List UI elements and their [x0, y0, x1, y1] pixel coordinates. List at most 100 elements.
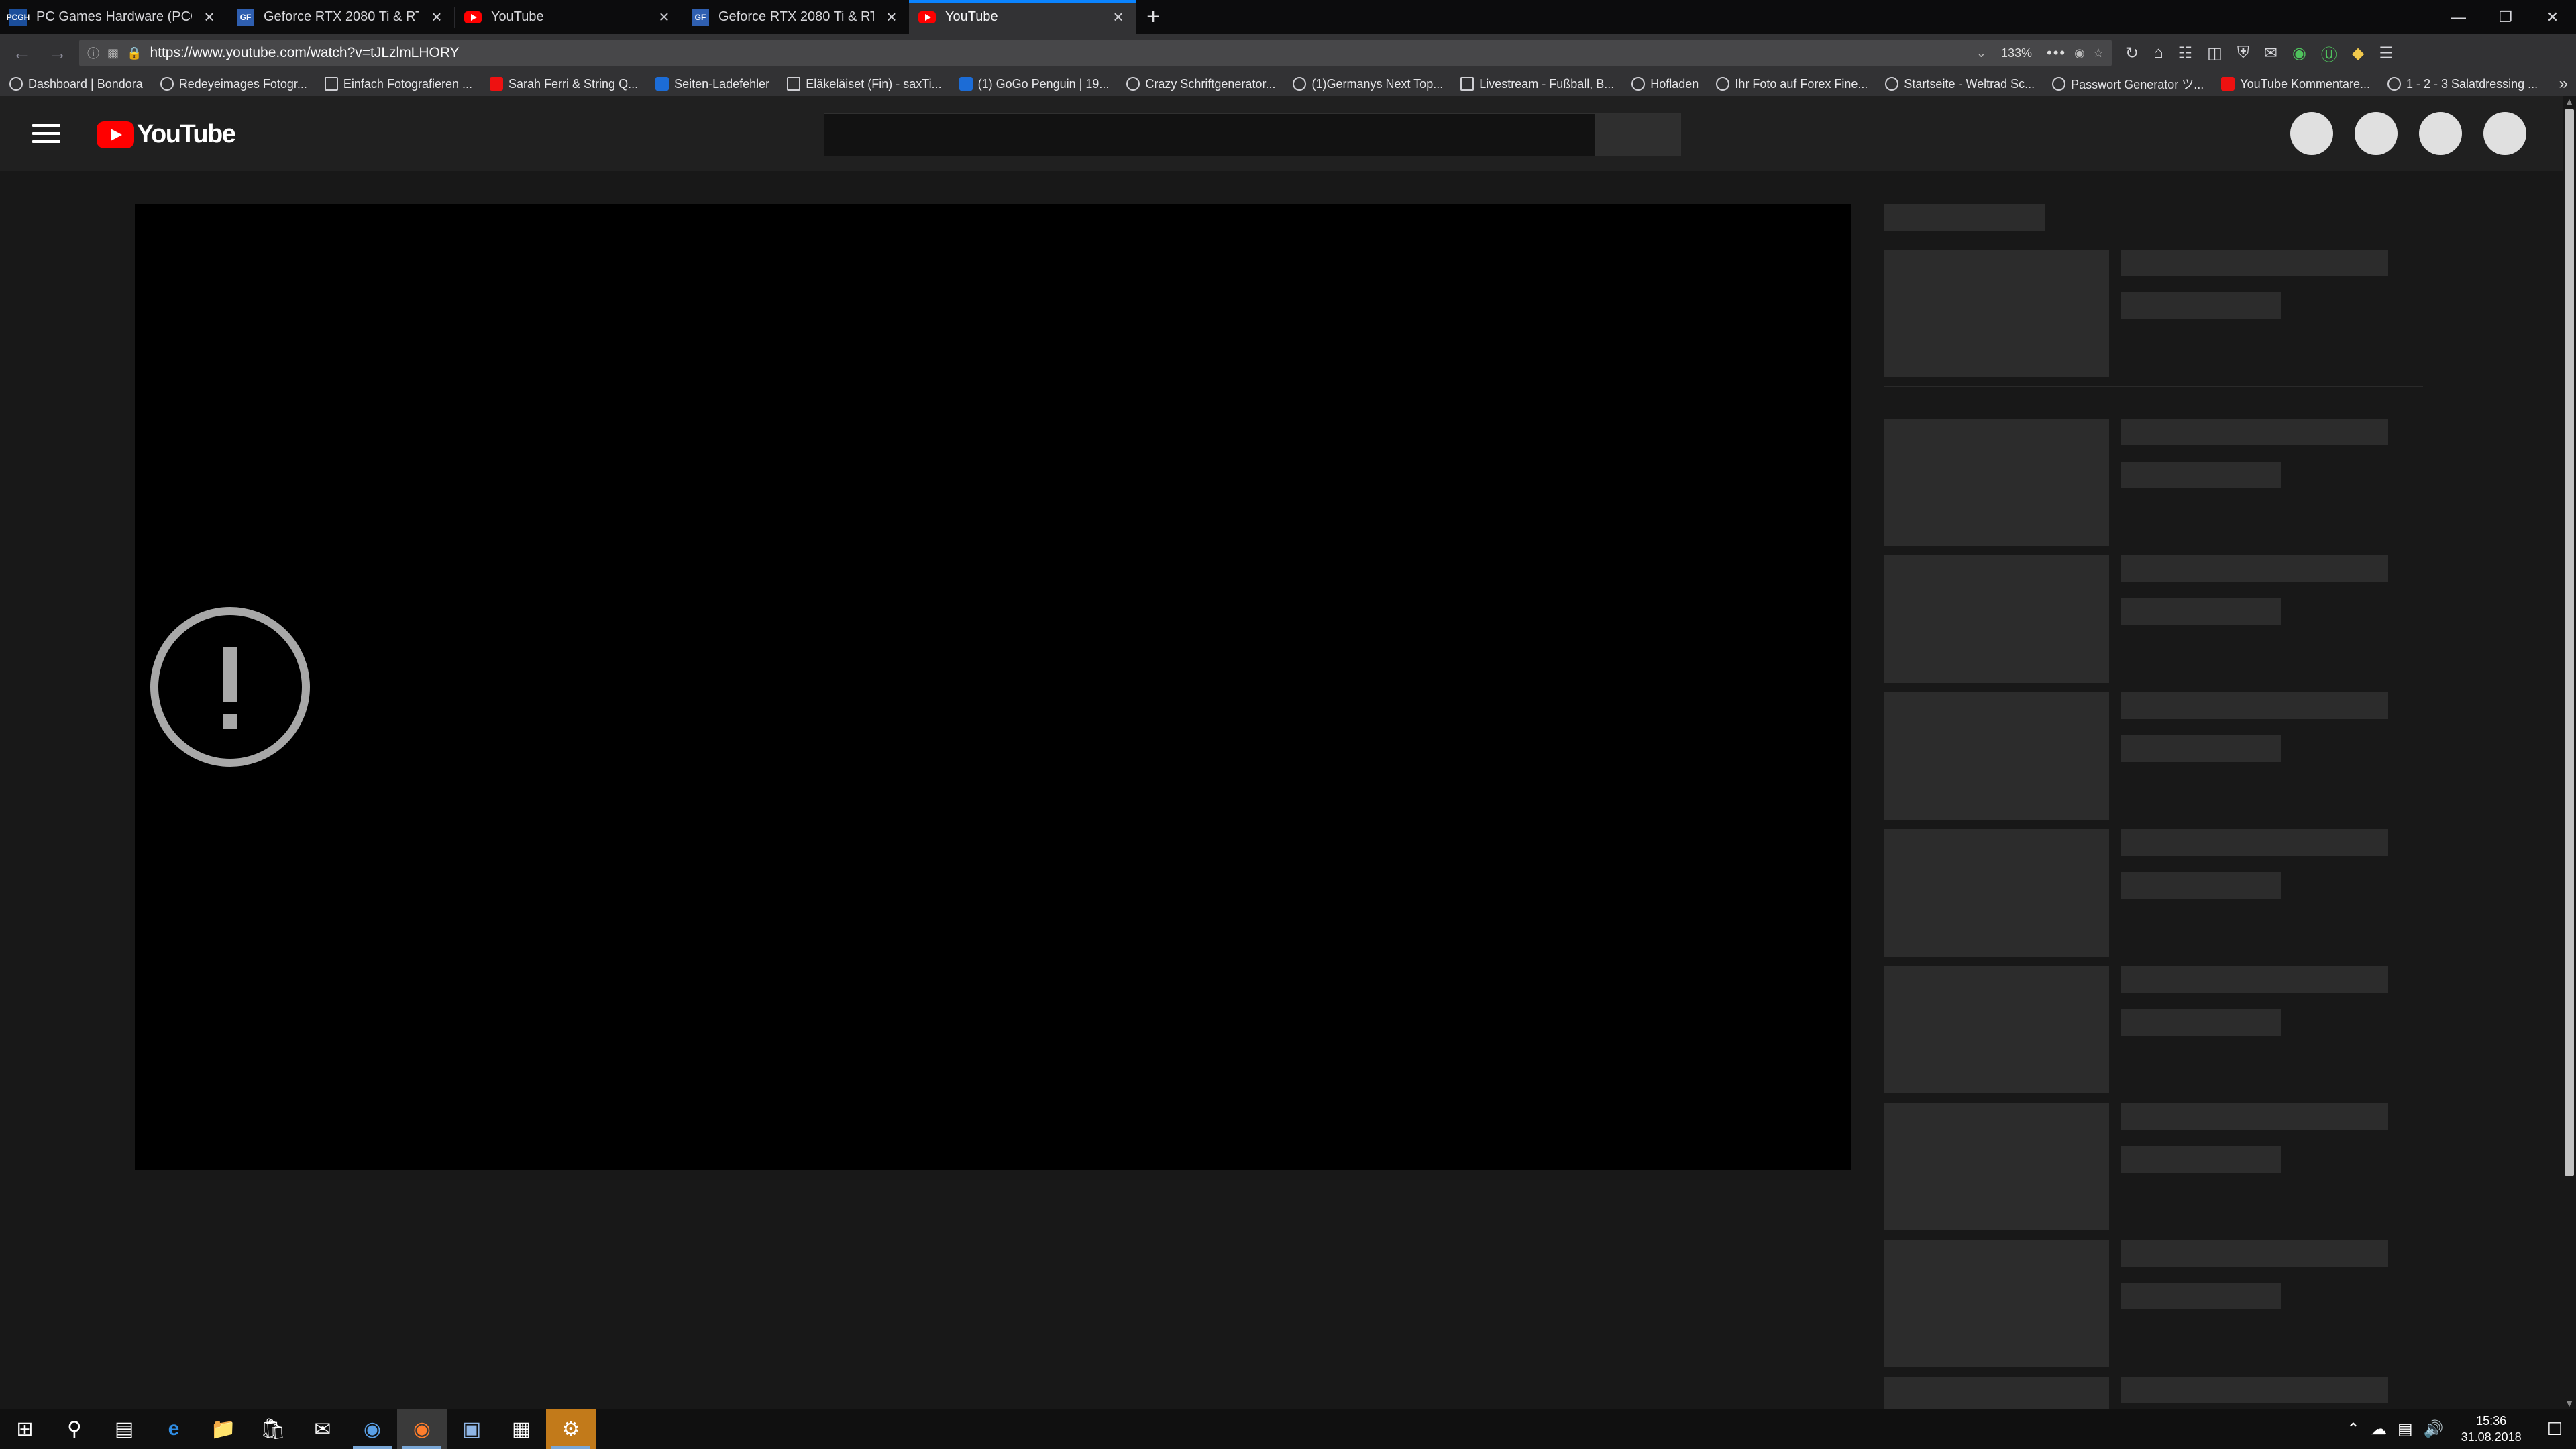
forward-button[interactable]: → — [43, 38, 72, 68]
shield-extension-icon[interactable]: ⛨ — [2237, 44, 2249, 62]
bookmark-item[interactable]: Hofladen — [1631, 77, 1699, 91]
mail-extension-icon[interactable]: ✉ — [2264, 44, 2277, 63]
browser-tab[interactable]: GF Geforce RTX 2080 Ti & RTX 208 × — [682, 0, 909, 34]
search-button-placeholder[interactable] — [1595, 113, 1681, 156]
lock-icon[interactable]: 🔒 — [127, 46, 142, 60]
url-text[interactable]: https://www.youtube.com/watch?v=tJLzlmLH… — [150, 45, 1968, 61]
masthead-icon-placeholder[interactable] — [2419, 112, 2462, 155]
close-window-button[interactable]: ✕ — [2529, 0, 2576, 34]
green-extension-icon[interactable]: ◉ — [2292, 44, 2306, 63]
bookmark-item[interactable]: Einfach Fotografieren ... — [324, 77, 472, 91]
dropdown-chevron-icon[interactable]: ⌄ — [1976, 46, 1986, 60]
highlighted-app-icon[interactable]: ⚙ — [546, 1409, 596, 1449]
tab-close-icon[interactable]: × — [1110, 7, 1126, 28]
firefox-icon[interactable]: ◉ — [397, 1409, 447, 1449]
title-placeholder — [2121, 555, 2388, 582]
title-placeholder — [2121, 419, 2388, 445]
masthead-icon-placeholder[interactable] — [2290, 112, 2333, 155]
bookmark-item[interactable]: Passwort Generator ツ... — [2052, 75, 2204, 93]
search-input-placeholder[interactable] — [824, 113, 1595, 156]
bookmark-item[interactable]: Startseite - Weltrad Sc... — [1885, 77, 2035, 91]
bookmark-item[interactable]: Redeyeimages Fotogr... — [160, 77, 307, 91]
bookmark-item[interactable]: Livestream - Fußball, B... — [1460, 77, 1614, 91]
guide-menu-icon[interactable] — [32, 121, 60, 146]
figure-icon — [787, 77, 801, 91]
meta-placeholder — [2121, 292, 2281, 319]
globe-app-icon[interactable]: ◉ — [347, 1409, 397, 1449]
bookmark-item[interactable]: Seiten-Ladefehler — [655, 77, 769, 91]
bookmark-item[interactable]: (1) GoGo Penguin | 19... — [959, 77, 1109, 91]
new-tab-button[interactable]: + — [1136, 0, 1171, 34]
bookmark-item[interactable]: 1 - 2 - 3 Salatdressing ... — [2387, 77, 2538, 91]
title-placeholder — [2121, 829, 2388, 856]
bookmark-item[interactable]: Dashboard | Bondora — [9, 77, 143, 91]
bookmark-item[interactable]: Ihr Foto auf Forex Fine... — [1716, 77, 1868, 91]
clock[interactable]: 15:36 31.08.2018 — [2461, 1413, 2522, 1445]
browser-tab[interactable]: PCGH PC Games Hardware (PCGH): C × — [0, 0, 227, 34]
youtube-masthead: YouTube — [0, 96, 2563, 171]
football-icon — [1460, 77, 1474, 91]
tab-close-icon[interactable]: × — [429, 7, 445, 28]
page-actions-icon[interactable]: ••• — [2047, 44, 2066, 62]
mail-icon[interactable]: ✉ — [298, 1409, 347, 1449]
scrollbar-thumb[interactable] — [2565, 109, 2574, 1176]
bookmark-item[interactable]: (1)Germanys Next Top... — [1293, 77, 1443, 91]
video-player[interactable] — [135, 204, 1851, 1170]
youtube-logo[interactable]: YouTube — [97, 120, 236, 149]
sidebar-icon[interactable]: ◫ — [2207, 44, 2222, 63]
restore-button[interactable]: ❐ — [2482, 0, 2529, 34]
window-controls: — ❐ ✕ — [2435, 0, 2576, 34]
task-view-icon[interactable]: ▤ — [99, 1409, 149, 1449]
tab-close-icon[interactable]: × — [883, 7, 900, 28]
avatar-placeholder[interactable] — [2483, 112, 2526, 155]
scroll-down-arrow-icon[interactable]: ▼ — [2565, 1398, 2574, 1409]
calculator-icon[interactable]: ▦ — [496, 1409, 546, 1449]
reload-icon[interactable]: ↻ — [2125, 44, 2139, 63]
remote-desktop-icon[interactable]: ▣ — [447, 1409, 496, 1449]
scroll-up-arrow-icon[interactable]: ▲ — [2565, 96, 2574, 107]
masthead-icon-placeholder[interactable] — [2355, 112, 2398, 155]
browser-tab-active[interactable]: YouTube × — [909, 0, 1136, 34]
network-icon[interactable]: ▤ — [2398, 1419, 2413, 1439]
tracking-protection-icon[interactable]: ▩ — [107, 46, 119, 60]
bookmark-item[interactable]: Crazy Schriftgenerator... — [1126, 77, 1275, 91]
system-tray: ⌃ ☁ ▤ 🔊 15:36 31.08.2018 ☐ — [2347, 1409, 2576, 1449]
meta-placeholder — [2121, 1146, 2281, 1173]
back-button[interactable]: ← — [7, 38, 36, 68]
tab-close-icon[interactable]: × — [201, 7, 217, 28]
bookmark-item[interactable]: Eläkeläiset (Fin) - saxTi... — [787, 77, 942, 91]
home-icon[interactable]: ⌂ — [2153, 44, 2163, 62]
bookmarks-overflow-icon[interactable]: » — [2559, 72, 2568, 96]
related-item-placeholder — [1884, 829, 2424, 957]
title-placeholder — [2121, 1240, 2388, 1267]
title-placeholder — [2121, 250, 2388, 276]
library-icon[interactable]: ☷ — [2178, 44, 2193, 63]
browser-tab[interactable]: GF Geforce RTX 2080 Ti & RTX 208 × — [227, 0, 454, 34]
zoom-level[interactable]: 133% — [1994, 45, 2039, 62]
url-bar[interactable]: ⓘ ▩ 🔒 https://www.youtube.com/watch?v=tJ… — [79, 40, 2112, 66]
search-icon[interactable]: ⚲ — [50, 1409, 99, 1449]
bookmark-star-icon[interactable]: ☆ — [2093, 46, 2104, 60]
browser-tab[interactable]: YouTube × — [455, 0, 682, 34]
store-icon[interactable]: 🛍 — [248, 1409, 298, 1449]
hamburger-menu-icon[interactable]: ☰ — [2379, 44, 2394, 63]
tab-title: Geforce RTX 2080 Ti & RTX 208 — [264, 9, 419, 24]
bookmark-item[interactable]: Sarah Ferri & String Q... — [490, 77, 638, 91]
info-icon[interactable]: ⓘ — [87, 44, 99, 62]
pocket-icon[interactable]: ◉ — [2074, 46, 2085, 60]
minimize-button[interactable]: — — [2435, 0, 2482, 34]
tray-overflow-chevron-icon[interactable]: ⌃ — [2347, 1419, 2360, 1439]
edge-browser-icon[interactable]: e — [149, 1409, 199, 1449]
volume-icon[interactable]: 🔊 — [2424, 1419, 2444, 1439]
onedrive-cloud-icon[interactable]: ☁ — [2371, 1419, 2387, 1439]
notifications-icon[interactable]: ☐ — [2547, 1419, 2563, 1440]
notification-extension-icon[interactable]: ◆ — [2352, 44, 2364, 63]
globe-icon — [1716, 77, 1730, 91]
s-extension-icon[interactable]: Ⓤ — [2321, 42, 2337, 65]
youtube-bookmark-icon — [2221, 77, 2235, 91]
bookmark-item[interactable]: YouTube Kommentare... — [2221, 77, 2370, 91]
page-scrollbar[interactable]: ▲ ▼ — [2563, 96, 2576, 1409]
start-button-windows-icon[interactable]: ⊞ — [0, 1409, 50, 1449]
tab-close-icon[interactable]: × — [656, 7, 672, 28]
file-explorer-icon[interactable]: 📁 — [199, 1409, 248, 1449]
